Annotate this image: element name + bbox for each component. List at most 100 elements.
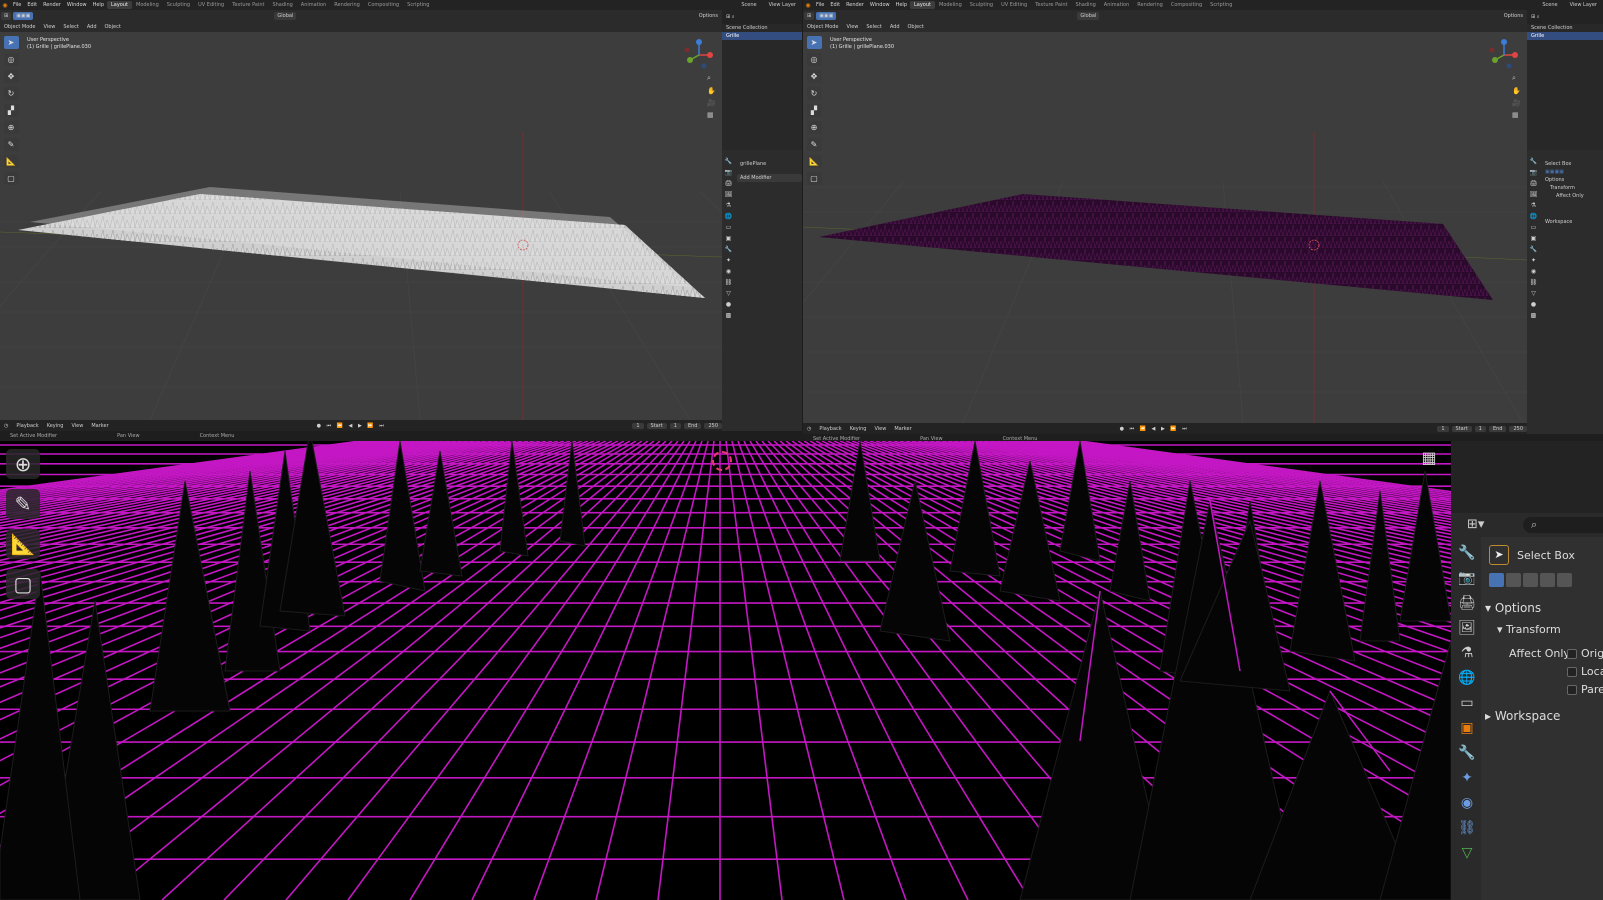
tab-uv-editing[interactable]: UV Editing bbox=[997, 1, 1031, 9]
zoomed-3d-viewport[interactable]: ⊕ ✎ 📐 ▢ ▦ bbox=[0, 441, 1451, 900]
object-tab-icon[interactable]: ▣ bbox=[1460, 720, 1473, 736]
menu-window[interactable]: Window bbox=[867, 2, 893, 8]
timeline-menu-marker[interactable]: Marker bbox=[87, 423, 112, 429]
object-tab-icon[interactable]: ▣ bbox=[1531, 235, 1537, 242]
constraints-tab-icon[interactable]: ⛓ bbox=[1458, 820, 1476, 836]
constraints-tab-icon[interactable]: ⛓ bbox=[1530, 279, 1538, 286]
view-layer-tab-icon[interactable]: 🖼 bbox=[725, 191, 733, 198]
output-tab-icon[interactable]: 🖨 bbox=[1530, 180, 1538, 187]
pan-hand-icon[interactable]: ✋ bbox=[1512, 87, 1521, 95]
modifier-tab-icon[interactable]: 🔧 bbox=[725, 246, 732, 253]
menu-object[interactable]: Object bbox=[101, 24, 125, 30]
affect-parents-checkbox[interactable]: Pare bbox=[1567, 683, 1603, 696]
timeline-menu-keying[interactable]: Keying bbox=[43, 423, 68, 429]
modifier-tab-icon[interactable]: 🔧 bbox=[1530, 246, 1537, 253]
tab-rendering[interactable]: Rendering bbox=[1133, 1, 1167, 9]
tab-texture-paint[interactable]: Texture Paint bbox=[1031, 1, 1071, 9]
menu-help[interactable]: Help bbox=[90, 2, 107, 8]
start-frame-field[interactable]: 1 bbox=[1474, 425, 1486, 432]
timeline-menu-playback[interactable]: Playback bbox=[12, 423, 42, 429]
render-tab-icon[interactable]: 📷 bbox=[1458, 570, 1475, 586]
particles-tab-icon[interactable]: ✦ bbox=[726, 257, 731, 264]
current-frame-field[interactable]: 1 bbox=[1437, 425, 1449, 432]
menu-edit[interactable]: Edit bbox=[827, 2, 843, 8]
tab-shading[interactable]: Shading bbox=[1071, 1, 1099, 9]
data-tab-icon[interactable]: ▽ bbox=[1462, 845, 1473, 861]
tab-scripting[interactable]: Scripting bbox=[403, 1, 433, 9]
mode-intersect-button[interactable] bbox=[1557, 573, 1572, 587]
collection-tab-icon[interactable]: ▭ bbox=[726, 224, 732, 231]
menu-help[interactable]: Help bbox=[893, 2, 910, 8]
navigation-gizmo[interactable] bbox=[1487, 38, 1521, 72]
scene-selector[interactable]: Scene bbox=[735, 2, 762, 8]
measure-tool-icon[interactable]: 📐 bbox=[6, 529, 40, 559]
editor-type-icon[interactable]: ⊞▾ bbox=[1467, 517, 1484, 532]
editor-type-icon[interactable]: ⊞ bbox=[1, 12, 12, 20]
grid-view-icon[interactable]: ▦ bbox=[707, 111, 716, 119]
tab-texture-paint[interactable]: Texture Paint bbox=[228, 1, 268, 9]
select-box-icon[interactable]: ➤ bbox=[1489, 545, 1509, 565]
options-section[interactable]: ▾ Options bbox=[1485, 601, 1541, 615]
menu-render[interactable]: Render bbox=[843, 2, 867, 8]
mode-difference-button[interactable] bbox=[1540, 573, 1555, 587]
menu-file[interactable]: File bbox=[10, 2, 24, 8]
scene-tab-icon[interactable]: ⚗ bbox=[1461, 645, 1474, 661]
select-tool-icon[interactable]: ➤ bbox=[3, 36, 19, 49]
options-dropdown[interactable]: Options bbox=[1500, 13, 1527, 19]
3d-viewport[interactable]: User Perspective (1) Grille | grillePlan… bbox=[0, 32, 722, 420]
tab-rendering[interactable]: Rendering bbox=[330, 1, 364, 9]
rotate-tool-icon[interactable]: ↻ bbox=[806, 87, 822, 100]
navigation-gizmo[interactable] bbox=[682, 38, 716, 72]
scene-tab-icon[interactable]: ⚗ bbox=[1531, 202, 1536, 209]
orientation-dropdown[interactable]: Global bbox=[274, 12, 297, 20]
timeline-menu-keying[interactable]: Keying bbox=[846, 426, 871, 432]
output-tab-icon[interactable]: 🖨 bbox=[1458, 595, 1476, 611]
mode-extend-button[interactable] bbox=[1506, 573, 1521, 587]
add-cube-tool-icon[interactable]: ▢ bbox=[3, 172, 19, 185]
world-tab-icon[interactable]: 🌐 bbox=[725, 213, 732, 220]
timeline-menu-view[interactable]: View bbox=[67, 423, 87, 429]
tab-layout[interactable]: Layout bbox=[107, 1, 132, 9]
select-tool-icon[interactable]: ➤ bbox=[806, 36, 822, 49]
view-layer-tab-icon[interactable]: 🖼 bbox=[1530, 191, 1538, 198]
physics-tab-icon[interactable]: ◉ bbox=[1461, 795, 1473, 811]
collection-tab-icon[interactable]: ▭ bbox=[1460, 695, 1473, 711]
playback-controls[interactable]: ● ⏮ ⏪ ◀ ▶ ⏩ ⏭ bbox=[313, 423, 390, 429]
menu-select[interactable]: Select bbox=[862, 24, 885, 30]
render-tab-icon[interactable]: 📷 bbox=[1530, 169, 1537, 176]
camera-view-icon[interactable]: 🎥 bbox=[1512, 99, 1521, 107]
rotate-tool-icon[interactable]: ↻ bbox=[3, 87, 19, 100]
start-frame-field[interactable]: 1 bbox=[669, 422, 681, 429]
timeline-editor-icon[interactable]: ◷ bbox=[803, 426, 815, 432]
material-tab-icon[interactable]: ● bbox=[726, 301, 731, 308]
texture-tab-icon[interactable]: ▩ bbox=[1531, 312, 1537, 319]
output-tab-icon[interactable]: 🖨 bbox=[725, 180, 733, 187]
menu-render[interactable]: Render bbox=[40, 2, 64, 8]
workspace-section[interactable]: Workspace bbox=[1542, 218, 1603, 226]
timeline-menu-view[interactable]: View bbox=[870, 426, 890, 432]
selection-mode-icons[interactable]: ▣▣▣▣ bbox=[1542, 168, 1603, 176]
select-mode-button[interactable]: ▣▣▣ bbox=[13, 12, 34, 20]
tab-modeling[interactable]: Modeling bbox=[132, 1, 163, 9]
data-tab-icon[interactable]: ▽ bbox=[726, 290, 731, 297]
add-modifier-button[interactable]: Add Modifier bbox=[737, 174, 802, 182]
physics-tab-icon[interactable]: ◉ bbox=[1531, 268, 1536, 275]
particles-tab-icon[interactable]: ✦ bbox=[1531, 257, 1536, 264]
3d-cursor[interactable] bbox=[712, 451, 732, 471]
camera-view-icon[interactable]: 🎥 bbox=[707, 99, 716, 107]
tab-sculpting[interactable]: Sculpting bbox=[163, 1, 194, 9]
timeline-editor-icon[interactable]: ◷ bbox=[0, 423, 12, 429]
menu-window[interactable]: Window bbox=[64, 2, 90, 8]
blender-logo-icon[interactable]: ◉ bbox=[0, 2, 10, 9]
data-tab-icon[interactable]: ▽ bbox=[1531, 290, 1536, 297]
workspace-section[interactable]: ▸ Workspace bbox=[1485, 709, 1560, 723]
annotate-tool-icon[interactable]: ✎ bbox=[6, 489, 40, 519]
measure-tool-icon[interactable]: 📐 bbox=[3, 155, 19, 168]
outliner-scene-collection[interactable]: Scene Collection bbox=[722, 24, 802, 32]
scene-selector[interactable]: Scene bbox=[1536, 2, 1563, 8]
tab-layout[interactable]: Layout bbox=[910, 1, 935, 9]
view-layer-selector[interactable]: View Layer bbox=[763, 2, 802, 8]
cursor-tool-icon[interactable]: ◎ bbox=[3, 53, 19, 66]
pan-hand-icon[interactable]: ✋ bbox=[707, 87, 716, 95]
timeline-menu-playback[interactable]: Playback bbox=[815, 426, 845, 432]
